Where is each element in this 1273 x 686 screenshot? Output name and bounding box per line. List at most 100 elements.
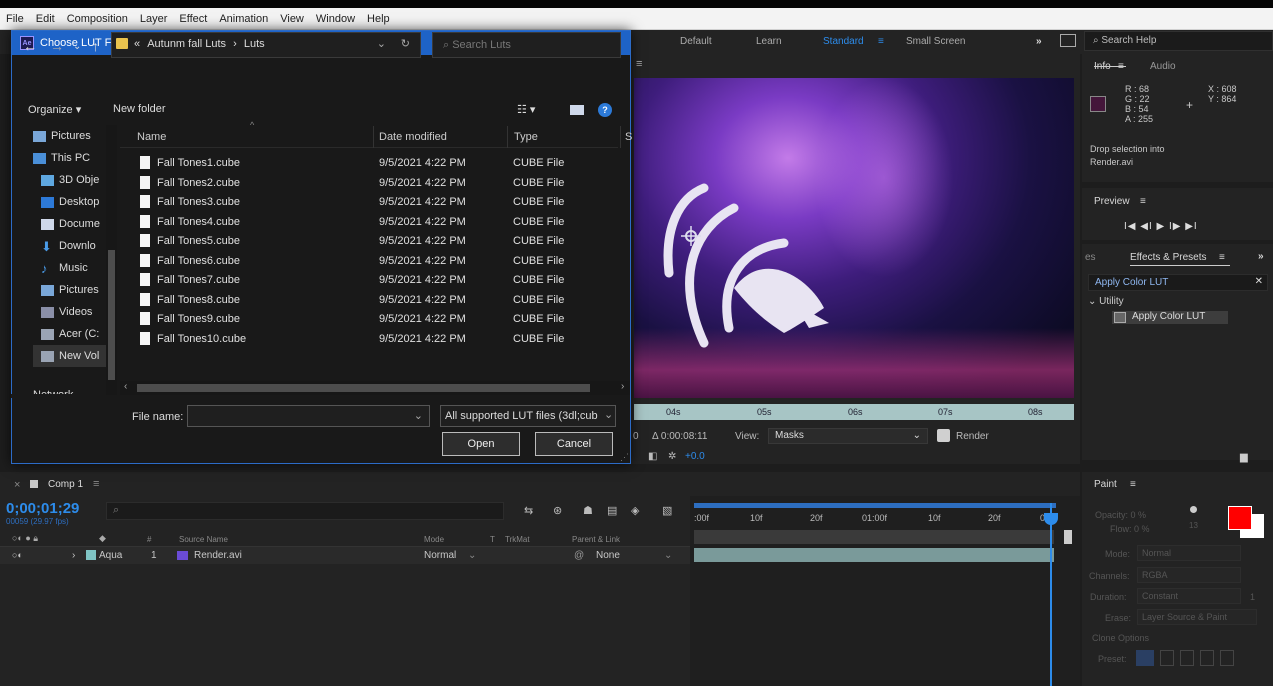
workspace-small-screen[interactable]: Small Screen bbox=[906, 36, 965, 47]
paint-mode-select[interactable]: Normal bbox=[1137, 545, 1241, 561]
file-row[interactable]: Fall Tones7.cube 9/5/2021 4:22 PM CUBE Fil… bbox=[120, 270, 610, 290]
shy-icon[interactable]: ☗ bbox=[583, 504, 593, 517]
file-row[interactable]: Fall Tones1.cube 9/5/2021 4:22 PM CUBE Fil… bbox=[120, 153, 610, 173]
sidebar-item-3d-objects[interactable]: 3D Obje bbox=[33, 169, 117, 191]
open-button[interactable]: Open bbox=[442, 432, 520, 456]
refresh-icon[interactable]: ↻ bbox=[401, 37, 410, 50]
file-row[interactable]: Fall Tones5.cube 9/5/2021 4:22 PM CUBE Fil… bbox=[120, 231, 610, 251]
column-mode[interactable]: Mode bbox=[424, 535, 444, 544]
preview-pane-icon[interactable] bbox=[570, 105, 584, 115]
layer-parent-select[interactable]: None bbox=[596, 550, 620, 561]
viewer-menu-icon[interactable]: ≡ bbox=[636, 58, 642, 70]
clone-preset-4[interactable] bbox=[1200, 650, 1214, 666]
pickwhip-icon[interactable]: @ bbox=[574, 550, 584, 561]
playhead[interactable] bbox=[1050, 503, 1052, 686]
search-luts-input[interactable]: ⌕ Search Luts bbox=[432, 32, 621, 58]
view-options-icon[interactable]: ☷ ▾ bbox=[517, 103, 535, 116]
column-date-modified[interactable]: Date modified bbox=[379, 131, 447, 143]
clone-preset-2[interactable] bbox=[1160, 650, 1174, 666]
frame-blending-icon[interactable]: ▤ bbox=[607, 504, 617, 517]
file-row[interactable]: Fall Tones2.cube 9/5/2021 4:22 PM CUBE Fil… bbox=[120, 173, 610, 193]
workspace-standard[interactable]: Standard bbox=[823, 36, 864, 47]
clear-search-icon[interactable]: ✕ bbox=[1255, 276, 1263, 287]
close-tab-icon[interactable]: × bbox=[14, 479, 20, 491]
workspace-menu-icon[interactable]: ≡ bbox=[878, 36, 884, 47]
clone-preset-5[interactable] bbox=[1220, 650, 1234, 666]
column-size[interactable]: S bbox=[625, 131, 632, 143]
av-switches-icon[interactable]: ○◐ ● 🔒︎ bbox=[12, 533, 38, 544]
breadcrumb-overflow[interactable]: « bbox=[134, 38, 140, 50]
scroll-left-icon[interactable]: ‹ bbox=[124, 381, 127, 392]
camera-icon[interactable]: ◧ bbox=[648, 451, 657, 462]
work-area-bar[interactable] bbox=[694, 530, 1054, 544]
time-navigator[interactable] bbox=[694, 503, 1056, 508]
menu-edit[interactable]: Edit bbox=[36, 13, 55, 25]
sidebar-item-desktop[interactable]: Desktop bbox=[33, 191, 117, 213]
workspace-layout-icon[interactable] bbox=[1060, 34, 1076, 47]
breadcrumb-luts[interactable]: Luts bbox=[244, 38, 265, 50]
file-row[interactable]: Fall Tones3.cube 9/5/2021 4:22 PM CUBE Fil… bbox=[120, 192, 610, 212]
resize-grip-icon[interactable]: ⋰ bbox=[620, 452, 629, 463]
column-parent-link[interactable]: Parent & Link bbox=[572, 535, 620, 544]
menu-layer[interactable]: Layer bbox=[140, 13, 168, 25]
menu-help[interactable]: Help bbox=[367, 13, 390, 25]
column-divider[interactable] bbox=[507, 126, 508, 148]
file-type-select[interactable]: All supported LUT files (3dl;cub bbox=[440, 405, 616, 427]
file-row[interactable]: Fall Tones4.cube 9/5/2021 4:22 PM CUBE Fil… bbox=[120, 212, 610, 232]
more-panels-icon[interactable]: » bbox=[1258, 251, 1264, 262]
column-source-name[interactable]: Source Name bbox=[179, 535, 228, 544]
scroll-right-icon[interactable]: › bbox=[621, 381, 624, 392]
sidebar-item-pictures[interactable]: Pictures bbox=[33, 125, 117, 147]
cancel-button[interactable]: Cancel bbox=[535, 432, 613, 456]
forward-arrow-icon[interactable]: → bbox=[50, 38, 64, 54]
menu-view[interactable]: View bbox=[280, 13, 304, 25]
layer-duration-bar[interactable] bbox=[694, 548, 1054, 562]
tab-comp-1[interactable]: Comp 1 bbox=[48, 479, 83, 490]
panel-menu-icon[interactable]: ≡ bbox=[1219, 252, 1225, 263]
file-row[interactable]: Fall Tones9.cube 9/5/2021 4:22 PM CUBE Fil… bbox=[120, 309, 610, 329]
paint-channels-select[interactable]: RGBA bbox=[1137, 567, 1241, 583]
new-folder-button[interactable]: New folder bbox=[113, 103, 166, 115]
address-bar[interactable]: « Autunm fall Luts › Luts ⌄ ↻ bbox=[111, 32, 421, 58]
layer-source-name[interactable]: Render.avi bbox=[194, 550, 242, 561]
column-name[interactable]: Name bbox=[137, 131, 166, 143]
view-select[interactable]: Masks ⌄ bbox=[768, 428, 928, 444]
file-row[interactable]: Fall Tones10.cube 9/5/2021 4:22 PM CUBE Fi… bbox=[120, 329, 610, 349]
sidebar-item-downloads[interactable]: ⬇ Downlo bbox=[33, 235, 117, 257]
column-divider[interactable] bbox=[373, 126, 374, 148]
file-name-input[interactable]: ⌄ bbox=[187, 405, 430, 427]
breadcrumb-autunm-fall-luts[interactable]: Autunm fall Luts bbox=[147, 38, 226, 50]
paint-duration-number[interactable]: 1 bbox=[1250, 592, 1255, 602]
effects-presets-title[interactable]: Effects & Presets bbox=[1130, 252, 1207, 263]
graph-editor-icon[interactable]: ▧ bbox=[662, 504, 672, 517]
tab-es[interactable]: es bbox=[1085, 252, 1096, 263]
workspace-more-icon[interactable]: » bbox=[1036, 36, 1042, 47]
up-arrow-icon[interactable]: ↑ bbox=[92, 38, 99, 54]
column-divider[interactable] bbox=[620, 126, 621, 148]
work-area-end-handle[interactable] bbox=[1064, 530, 1072, 544]
layer-expand-icon[interactable]: › bbox=[72, 550, 75, 561]
sidebar-scroll-thumb[interactable] bbox=[108, 250, 115, 380]
menu-composition[interactable]: Composition bbox=[67, 13, 128, 25]
clone-preset-1[interactable] bbox=[1136, 650, 1154, 666]
panel-menu-icon[interactable]: ≡ bbox=[1140, 196, 1146, 207]
panel-menu-icon[interactable]: ≡ bbox=[1130, 479, 1136, 490]
column-type[interactable]: Type bbox=[514, 131, 538, 143]
clone-preset-3[interactable] bbox=[1180, 650, 1194, 666]
menu-animation[interactable]: Animation bbox=[219, 13, 268, 25]
paint-duration-select[interactable]: Constant bbox=[1137, 588, 1241, 604]
workspace-default[interactable]: Default bbox=[680, 36, 712, 47]
hscroll-thumb[interactable] bbox=[137, 384, 590, 392]
help-icon[interactable]: ? bbox=[598, 103, 612, 117]
menu-effect[interactable]: Effect bbox=[179, 13, 207, 25]
search-help-input[interactable]: ⌕ Search Help bbox=[1084, 31, 1273, 51]
color-wheel-icon[interactable]: ✲ bbox=[668, 451, 676, 462]
composition-mini-flowchart-icon[interactable]: ⇆ bbox=[524, 504, 533, 517]
render-checkbox[interactable] bbox=[937, 429, 950, 442]
draft-3d-icon[interactable]: ⊛ bbox=[553, 504, 562, 517]
motion-blur-icon[interactable]: ◈ bbox=[631, 504, 639, 517]
menu-window[interactable]: Window bbox=[316, 13, 355, 25]
layer-mode-select[interactable]: Normal bbox=[424, 550, 456, 561]
current-timecode[interactable]: 0;00;01;29 bbox=[6, 500, 79, 517]
sidebar-item-acer-c[interactable]: Acer (C: bbox=[33, 323, 117, 345]
